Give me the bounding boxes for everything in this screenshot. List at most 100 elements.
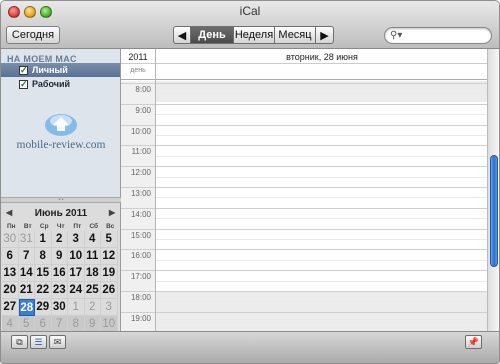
mini-day[interactable]: 20 [2,282,19,299]
hour-label: 8:00 [135,85,151,94]
mini-day[interactable]: 5 [101,231,118,248]
calendar-checkbox[interactable]: ✓ [19,79,28,89]
window-title: iCal [239,4,261,18]
hour-gridline [121,103,487,105]
calendar-list-sidebar: НА МОЕМ MAC ✓ Личный ✓ Рабочий mobile-re… [1,49,121,197]
mini-day[interactable]: 26 [101,282,118,299]
weekday-label: Сб [89,223,99,230]
bottom-bar: ⧉ ☰ ✉ 📌 [1,331,499,363]
gutter-divider [155,49,156,331]
mini-day[interactable]: 23 [51,282,68,299]
weekday-label: Вс [106,223,115,230]
pin-button[interactable]: 📌 [465,335,482,349]
mini-day[interactable]: 30 [51,299,68,316]
search-input[interactable] [403,29,487,42]
mini-day[interactable]: 25 [84,282,101,299]
mini-day[interactable]: 27 [2,299,19,316]
chevron-left-icon: ◀ [177,29,187,42]
hour-gridline [121,83,487,84]
hour-gridline [121,270,487,272]
watermark-logo: mobile-review.com [9,109,113,157]
hour-label: 10:00 [130,126,151,136]
hour-label: 12:00 [130,168,151,178]
show-list-button[interactable]: ☰ [30,335,47,349]
mini-month-label: Июнь 2011 [34,208,88,219]
half-hour-gridline [156,239,487,240]
mini-next-month-button[interactable]: ▶ [109,208,115,217]
mini-day[interactable]: 19 [101,265,118,282]
scrollbar-thumb[interactable] [490,155,498,267]
prev-day-button[interactable]: ◀ [173,26,191,44]
mini-day[interactable]: 14 [18,265,35,282]
calendar-item-label: Рабочий [32,79,71,89]
show-calendars-button[interactable]: ⧉ [11,335,28,349]
pushpin-icon: 📌 [467,336,480,347]
hour-gridline [121,187,487,188]
mini-day[interactable]: 1 [68,299,85,316]
tab-week[interactable]: Неделя [234,26,275,44]
chevron-right-icon: ▶ [109,208,116,217]
mini-day-today[interactable]: 28 [18,299,35,316]
calendar-item-work[interactable]: ✓ Рабочий [1,77,120,91]
mini-day[interactable]: 4 [84,231,101,248]
hour-gridline [121,311,487,313]
tab-month[interactable]: Месяц [275,26,316,44]
hour-gridline [121,207,487,209]
day-header: 2011 вторник, 28 июня день [121,49,499,80]
mini-day[interactable]: 11 [84,248,101,265]
mini-day[interactable]: 29 [35,299,52,316]
hour-label: 11:00 [131,147,151,157]
mini-day[interactable]: 30 [2,231,19,248]
weekday-label: Вт [23,223,32,230]
mini-day[interactable]: 17 [68,265,85,282]
half-hour-gridline [156,218,487,220]
hour-gridline [121,249,487,251]
today-button[interactable]: Сегодня [6,26,60,44]
search-field[interactable]: ⚲▾ [384,27,492,44]
mini-day[interactable]: 2 [51,231,68,248]
mini-day[interactable]: 3 [68,231,85,248]
calendar-item-personal[interactable]: ✓ Личный [1,63,120,77]
mini-calendar-header: ◀ Июнь 2011 ▶ [1,208,121,220]
mini-day[interactable]: 12 [101,248,118,265]
day-view-scrollbar[interactable] [487,49,499,331]
weekday-label: Чт [56,223,65,230]
mini-day[interactable]: 31 [18,231,35,248]
mini-day[interactable]: 15 [35,265,52,282]
mini-day[interactable]: 18 [84,265,101,282]
mini-day[interactable]: 3 [101,299,118,316]
tab-day[interactable]: День [191,26,234,44]
mini-day[interactable]: 7 [18,248,35,265]
mini-calendar: ◀ Июнь 2011 ▶ Пн Вт Ср Чт Пт Сб Вс 30 31 1 2 3 4 5 6 7… [1,203,121,333]
mini-day[interactable]: 10 [68,248,85,265]
year-label: 2011 [128,52,148,62]
show-notifications-button[interactable]: ✉ [49,335,66,349]
mini-day[interactable]: 6 [2,248,19,265]
hour-gridline [121,291,487,292]
mini-day[interactable]: 16 [51,265,68,282]
watermark-logo-icon [45,114,77,136]
half-hour-gridline [156,93,487,95]
hour-label: 14:00 [130,209,151,219]
mini-day[interactable]: 21 [18,282,35,299]
mini-day[interactable]: 24 [68,282,85,299]
mini-day[interactable]: 1 [35,231,52,248]
hour-gridline [121,124,487,126]
half-hour-gridline [156,280,487,282]
hour-label: 9:00 [135,105,151,115]
mini-day[interactable]: 9 [51,248,68,265]
header-divider [121,63,489,64]
mini-day[interactable]: 2 [84,299,101,316]
next-day-button[interactable]: ▶ [316,26,334,44]
day-timeline[interactable]: 8:00 9:00 10:00 11:00 12:00 13:00 14:00 15:00 16… [121,81,487,331]
ical-window: iCal Сегодня ◀ День Неделя Месяц ▶ ⚲▾ НА… [0,0,500,364]
mini-day[interactable]: 8 [35,248,52,265]
toolbar: iCal Сегодня ◀ День Неделя Месяц ▶ ⚲▾ [1,1,499,49]
weekday-label: Ср [39,223,49,230]
hour-gridline [121,166,487,168]
hour-label: 16:00 [130,251,151,261]
mini-day[interactable]: 22 [35,282,52,299]
calendar-checkbox[interactable]: ✓ [19,65,28,75]
chevron-right-icon: ▶ [320,29,329,42]
mini-day[interactable]: 13 [2,265,19,282]
